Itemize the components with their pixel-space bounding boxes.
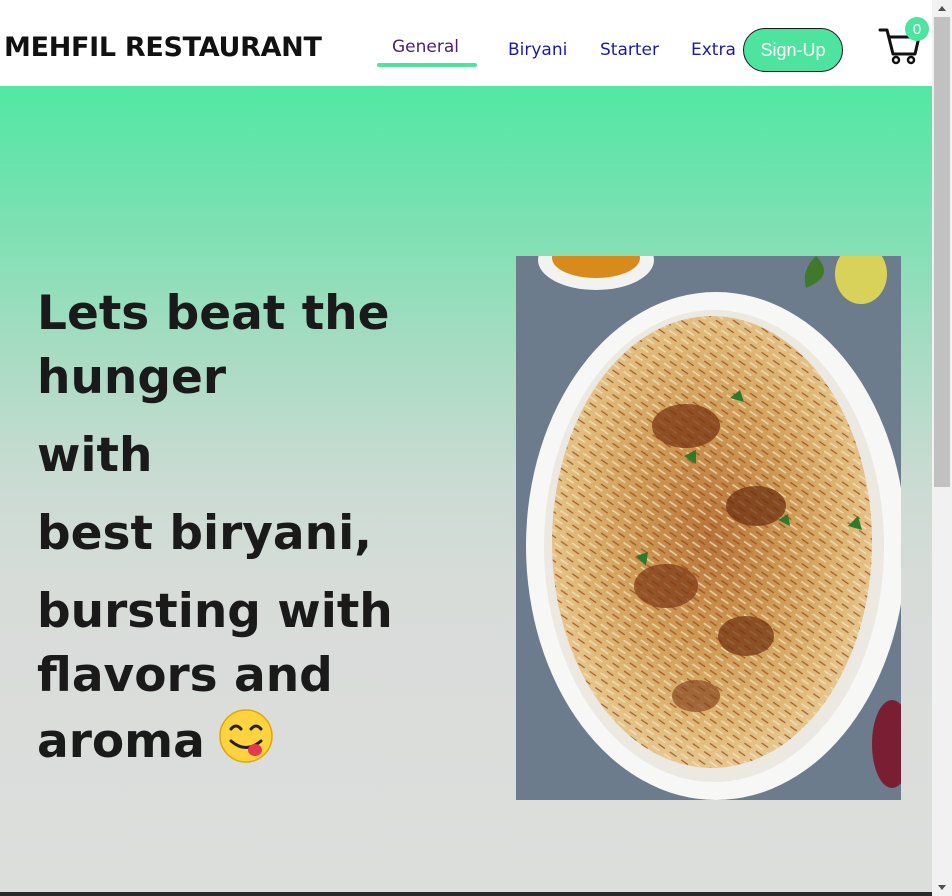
active-nav-underline (377, 63, 477, 67)
nav-link-biryani[interactable]: Biryani (508, 40, 567, 60)
nav-link-general[interactable]: General (392, 37, 459, 57)
scrollbar-thumb[interactable] (934, 17, 950, 487)
page-scrollbar[interactable] (932, 0, 952, 896)
brand-logo-text[interactable]: MEHFIL RESTAURANT (4, 32, 322, 63)
nav-link-starter[interactable]: Starter (600, 40, 659, 60)
hero-line-3: with (37, 428, 153, 483)
nav-link-extra[interactable]: Extra (691, 40, 736, 60)
yum-face-emoji-icon (217, 708, 275, 781)
biryani-plate-photo (516, 256, 901, 800)
hero-section: Lets beat the hunger with best biryani, … (0, 86, 932, 896)
hero-line-7: aroma (37, 714, 205, 769)
navbar: MEHFIL RESTAURANT General Biryani Starte… (0, 0, 932, 86)
scroll-up-arrow-icon[interactable] (932, 0, 952, 17)
hero-line-5: bursting with (37, 584, 393, 639)
scroll-down-arrow-icon[interactable] (932, 879, 952, 896)
cart-count-badge: 0 (905, 17, 929, 41)
signup-button[interactable]: Sign-Up (743, 28, 843, 72)
hero-line-2: hunger (37, 350, 227, 405)
hero-headline: Lets beat the hunger with best biryani, … (37, 282, 457, 781)
hero-line-7-wrap: aroma (37, 708, 457, 781)
hero-line-6: flavors and (37, 648, 333, 703)
next-section-edge (0, 892, 932, 896)
hero-line-4: best biryani, (37, 506, 373, 561)
hero-line-1: Lets beat the (37, 286, 390, 341)
